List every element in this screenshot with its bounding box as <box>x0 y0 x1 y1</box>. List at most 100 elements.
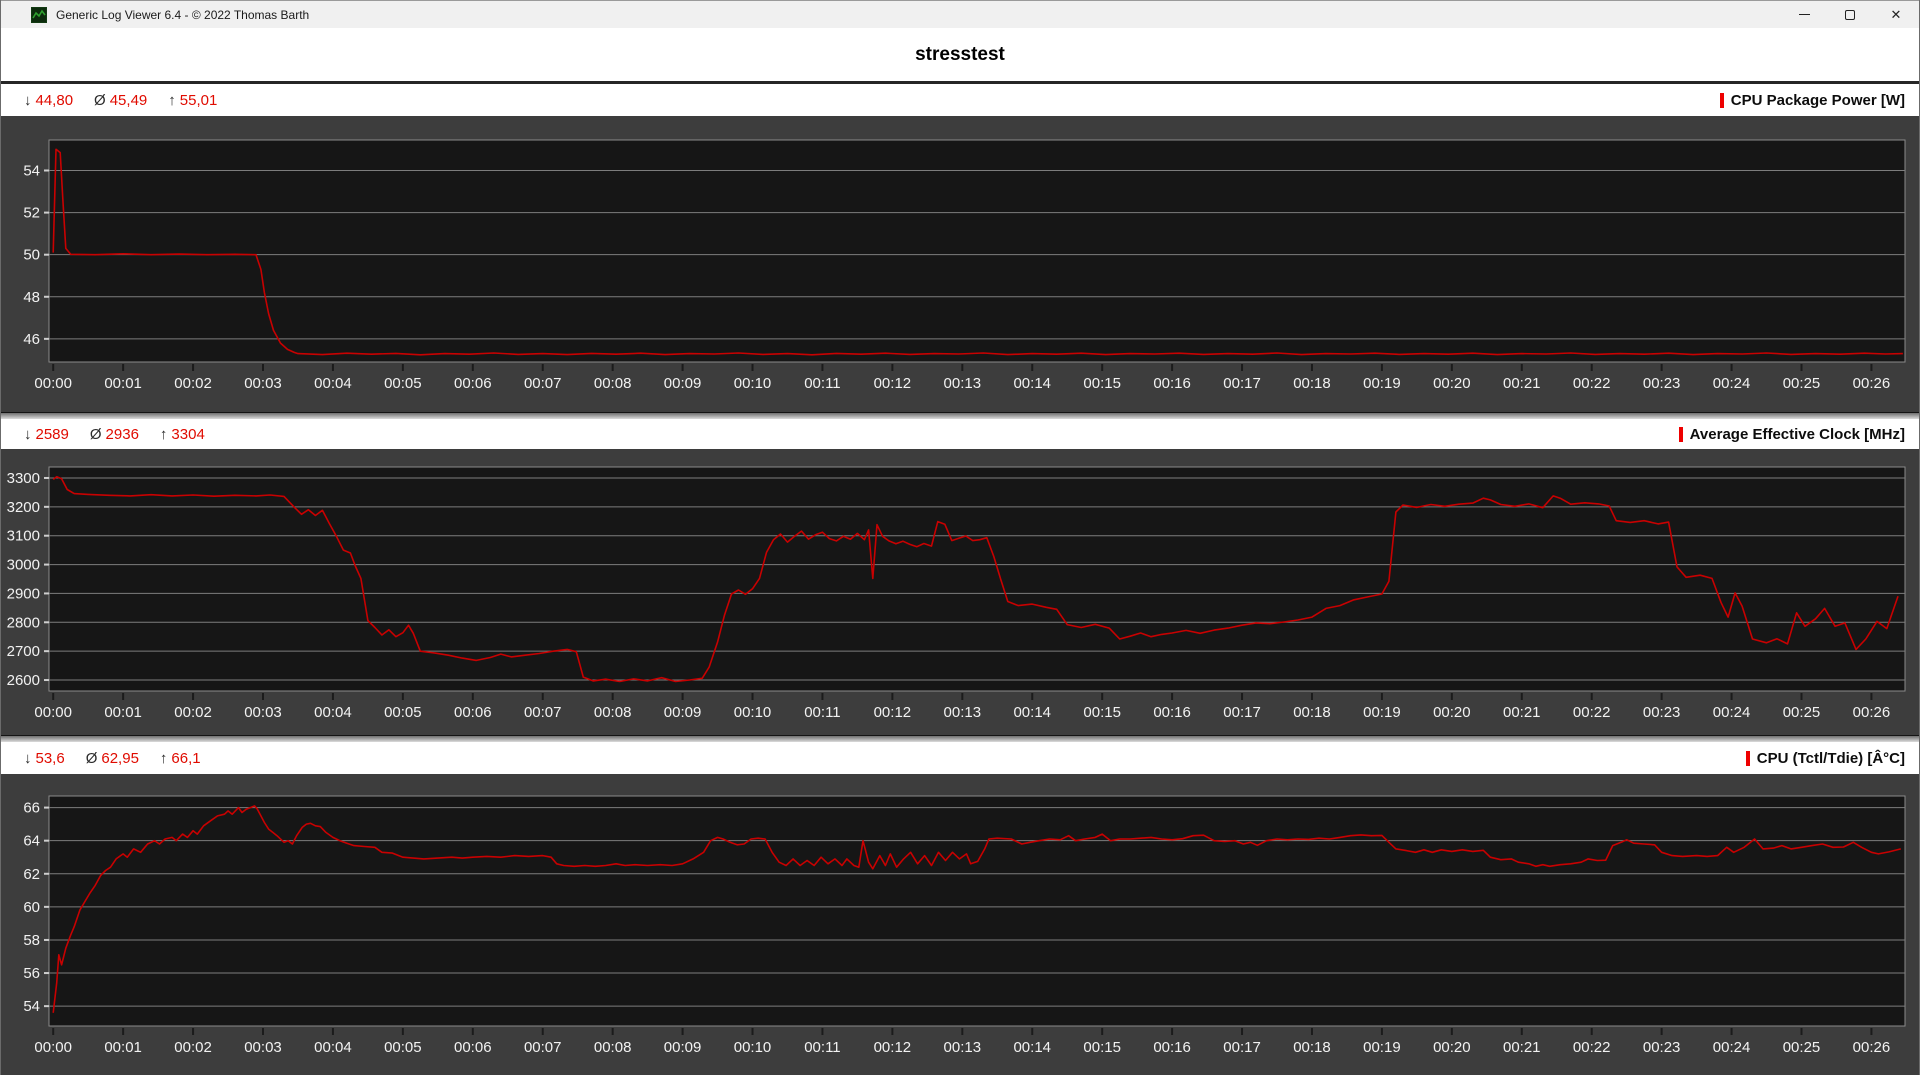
y-axis-label: 64 <box>23 833 40 850</box>
x-axis-label: 00:00 <box>34 1039 72 1056</box>
x-axis-label: 00:04 <box>314 1039 352 1056</box>
panel-separator <box>1 735 1919 742</box>
series-label: CPU (Tctl/Tdie) [Â°C] <box>1757 750 1905 767</box>
avg-stat: Ø2936 <box>90 426 139 443</box>
x-axis-label: 00:12 <box>874 375 912 392</box>
min-stat: ↓2589 <box>24 426 69 443</box>
x-axis-label: 00:06 <box>454 704 492 721</box>
x-axis-label: 00:07 <box>524 704 562 721</box>
plot-area[interactable] <box>49 140 1905 362</box>
down-arrow-icon: ↓ <box>24 426 32 443</box>
legend-color-bar <box>1720 93 1724 108</box>
minimize-icon <box>1799 14 1810 15</box>
x-axis-label: 00:12 <box>874 704 912 721</box>
app-window: Generic Log Viewer 6.4 - © 2022 Thomas B… <box>0 0 1920 1075</box>
page-title: stresstest <box>915 44 1005 66</box>
x-axis-label: 00:05 <box>384 1039 422 1056</box>
x-axis-label: 00:03 <box>244 704 282 721</box>
y-axis-label: 56 <box>23 965 40 982</box>
temp-chart-canvas[interactable]: 5456586062646600:0000:0100:0200:0300:040… <box>1 774 1919 1072</box>
x-axis-label: 00:01 <box>104 704 142 721</box>
y-axis-label: 66 <box>23 800 40 817</box>
x-axis-label: 00:21 <box>1503 704 1541 721</box>
minimize-button[interactable] <box>1781 1 1827 28</box>
x-axis-label: 00:10 <box>734 704 772 721</box>
power-chart-canvas[interactable]: 464850525400:0000:0100:0200:0300:0400:05… <box>1 116 1919 412</box>
x-axis-label: 00:17 <box>1223 1039 1261 1056</box>
y-axis-label: 3200 <box>7 499 40 516</box>
x-axis-label: 00:25 <box>1783 375 1821 392</box>
x-axis-label: 00:26 <box>1853 704 1891 721</box>
x-axis-label: 00:20 <box>1433 704 1471 721</box>
y-axis-label: 50 <box>23 247 40 264</box>
x-axis-label: 00:11 <box>804 1039 840 1056</box>
x-axis-label: 00:14 <box>1013 704 1051 721</box>
series-legend-power: CPU Package Power [W] <box>1720 92 1905 109</box>
x-axis-label: 00:13 <box>944 1039 982 1056</box>
x-axis-label: 00:15 <box>1083 704 1121 721</box>
x-axis-label: 00:19 <box>1363 1039 1401 1056</box>
y-axis-label: 46 <box>23 331 40 348</box>
up-arrow-icon: ↑ <box>160 426 168 443</box>
y-axis-label: 48 <box>23 289 40 306</box>
app-logo-icon <box>31 7 47 23</box>
series-label: CPU Package Power [W] <box>1731 92 1905 109</box>
panel-separator <box>1 412 1919 419</box>
x-axis-label: 00:08 <box>594 704 632 721</box>
x-axis-label: 00:11 <box>804 375 840 392</box>
x-axis-label: 00:24 <box>1713 1039 1751 1056</box>
close-button[interactable]: ✕ <box>1873 1 1919 28</box>
down-arrow-icon: ↓ <box>24 92 32 109</box>
x-axis-label: 00:26 <box>1853 375 1891 392</box>
plot-area[interactable] <box>49 796 1905 1026</box>
maximize-icon <box>1845 10 1855 20</box>
x-axis-label: 00:04 <box>314 375 352 392</box>
x-axis-label: 00:23 <box>1643 375 1681 392</box>
y-axis-label: 60 <box>23 899 40 916</box>
avg-stat: Ø62,95 <box>86 750 139 767</box>
y-axis-label: 3000 <box>7 557 40 574</box>
average-icon: Ø <box>90 426 102 443</box>
series-label: Average Effective Clock [MHz] <box>1690 426 1905 443</box>
x-axis-label: 00:22 <box>1573 375 1611 392</box>
x-axis-label: 00:09 <box>664 375 702 392</box>
max-stat: ↑3304 <box>160 426 205 443</box>
avg-value: 2936 <box>106 426 139 443</box>
min-value: 53,6 <box>36 750 65 767</box>
x-axis-label: 00:02 <box>174 375 212 392</box>
max-stat: ↑55,01 <box>168 92 217 109</box>
x-axis-label: 00:04 <box>314 704 352 721</box>
y-axis-label: 2700 <box>7 643 40 660</box>
y-axis-label: 52 <box>23 205 40 222</box>
series-legend-clock: Average Effective Clock [MHz] <box>1679 426 1905 443</box>
x-axis-label: 00:09 <box>664 1039 702 1056</box>
x-axis-label: 00:21 <box>1503 1039 1541 1056</box>
clock-chart-canvas[interactable]: 2600270028002900300031003200330000:0000:… <box>1 449 1919 735</box>
x-axis-label: 00:03 <box>244 1039 282 1056</box>
series-legend-temp: CPU (Tctl/Tdie) [Â°C] <box>1746 750 1905 767</box>
x-axis-label: 00:20 <box>1433 1039 1471 1056</box>
x-axis-label: 00:07 <box>524 375 562 392</box>
x-axis-label: 00:25 <box>1783 1039 1821 1056</box>
max-stat: ↑66,1 <box>160 750 201 767</box>
y-axis-label: 2900 <box>7 585 40 602</box>
y-axis-label: 3300 <box>7 470 40 487</box>
y-axis-label: 2800 <box>7 614 40 631</box>
x-axis-label: 00:18 <box>1293 375 1331 392</box>
close-icon: ✕ <box>1891 8 1902 21</box>
up-arrow-icon: ↑ <box>168 92 176 109</box>
x-axis-label: 00:19 <box>1363 375 1401 392</box>
x-axis-label: 00:23 <box>1643 1039 1681 1056</box>
x-axis-label: 00:00 <box>34 375 72 392</box>
x-axis-label: 00:05 <box>384 375 422 392</box>
x-axis-label: 00:06 <box>454 375 492 392</box>
x-axis-label: 00:18 <box>1293 1039 1331 1056</box>
plot-area[interactable] <box>49 467 1905 691</box>
x-axis-label: 00:15 <box>1083 1039 1121 1056</box>
y-axis-label: 54 <box>23 163 40 180</box>
x-axis-label: 00:12 <box>874 1039 912 1056</box>
max-value: 55,01 <box>180 92 218 109</box>
x-axis-label: 00:24 <box>1713 375 1751 392</box>
x-axis-label: 00:06 <box>454 1039 492 1056</box>
maximize-button[interactable] <box>1827 1 1873 28</box>
